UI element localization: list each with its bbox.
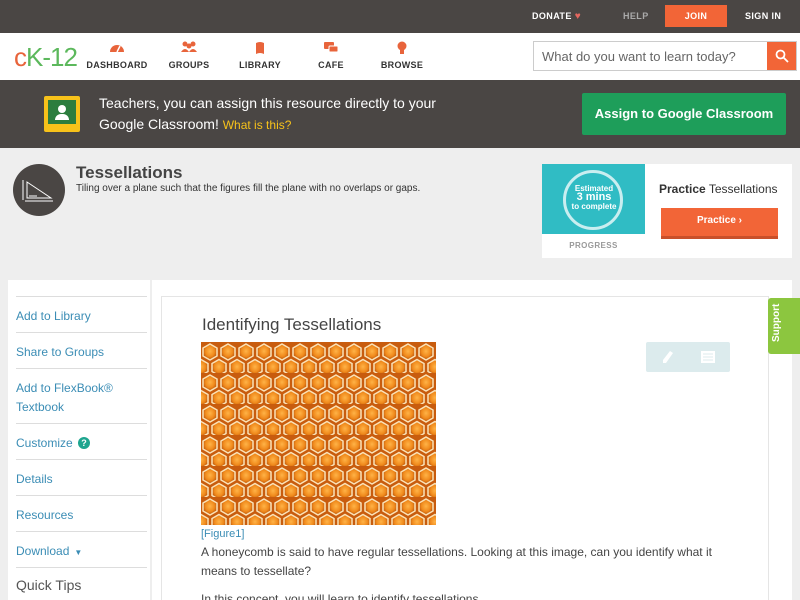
- google-classroom-banner: Teachers, you can assign this resource d…: [0, 80, 800, 148]
- annotation-toolbox: [646, 342, 730, 372]
- groups-icon: [154, 41, 224, 57]
- heart-icon: ♥: [574, 11, 582, 22]
- search-icon: [775, 49, 789, 63]
- dashboard-icon: [82, 41, 152, 57]
- nav-dashboard[interactable]: DASHBOARD: [82, 41, 152, 70]
- practice-thumbnail[interactable]: Estimated 3 mins to complete: [542, 164, 645, 234]
- progress-label: PROGRESS: [569, 241, 618, 250]
- library-icon: [225, 41, 295, 57]
- search-bar: [533, 41, 797, 71]
- nav-browse[interactable]: BROWSE: [367, 41, 437, 70]
- sidebar-resources[interactable]: Resources: [16, 495, 147, 525]
- search-button[interactable]: [767, 42, 796, 70]
- sidebar-share-to-groups[interactable]: Share to Groups: [16, 332, 147, 362]
- caret-down-icon: ▼: [74, 548, 83, 557]
- chevron-right-icon: ›: [738, 215, 743, 226]
- sign-in-link[interactable]: SIGN IN: [745, 0, 781, 33]
- cafe-icon: [296, 41, 366, 57]
- top-utility-bar: DONATE ♥ HELP JOIN SIGN IN: [0, 0, 800, 33]
- quick-tips-heading[interactable]: Quick Tips: [16, 577, 81, 593]
- search-input[interactable]: [534, 42, 766, 70]
- article-title: Identifying Tessellations: [202, 315, 382, 334]
- notes-icon[interactable]: [698, 347, 718, 367]
- what-is-this-link[interactable]: What is this?: [223, 118, 292, 132]
- sidebar-download[interactable]: Download ▼: [16, 531, 147, 562]
- concept-description: Tiling over a plane such that the figure…: [76, 183, 421, 194]
- sidebar-divider: [16, 567, 147, 568]
- join-button[interactable]: JOIN: [665, 5, 727, 27]
- sidebar-add-to-library[interactable]: Add to Library: [16, 296, 147, 326]
- figure-caption-link[interactable]: [Figure1]: [201, 528, 244, 540]
- article-paragraph: A honeycomb is said to have regular tess…: [201, 545, 712, 578]
- classroom-message: Teachers, you can assign this resource d…: [99, 95, 436, 132]
- nav-cafe[interactable]: CAFE: [296, 41, 366, 70]
- sidebar: Add to Library Share to Groups Add to Fl…: [8, 280, 150, 600]
- google-classroom-icon: [44, 96, 80, 132]
- help-link[interactable]: HELP: [623, 0, 649, 33]
- sidebar-customize[interactable]: Customize ?: [16, 423, 147, 453]
- practice-button[interactable]: Practice ›: [661, 208, 778, 239]
- concept-title: Tessellations: [76, 163, 183, 182]
- concept-geometry-icon: [13, 164, 65, 216]
- donate-link[interactable]: DONATE ♥: [532, 0, 581, 33]
- main-nav: cK-12 DASHBOARD GROUPS LIBRARY CAFE BROW…: [0, 33, 800, 80]
- browse-icon: [367, 41, 437, 57]
- practice-card: Estimated 3 mins to complete PROGRESS Pr…: [542, 164, 792, 258]
- nav-groups[interactable]: GROUPS: [154, 41, 224, 70]
- sidebar-details[interactable]: Details: [16, 459, 147, 489]
- ck12-logo[interactable]: cK-12: [14, 42, 78, 73]
- assign-google-classroom-button[interactable]: Assign to Google Classroom: [582, 93, 786, 135]
- article-paragraph: In this concept, you will learn to ident…: [201, 592, 482, 600]
- pencil-icon[interactable]: [658, 347, 678, 367]
- nav-library[interactable]: LIBRARY: [225, 41, 295, 70]
- honeycomb-image[interactable]: [201, 342, 436, 525]
- practice-title: Practice Tessellations: [659, 182, 778, 196]
- support-tab[interactable]: Support: [768, 298, 800, 354]
- sidebar-add-to-flexbook[interactable]: Add to FlexBook® Textbook: [16, 368, 147, 417]
- help-icon[interactable]: ?: [78, 437, 91, 449]
